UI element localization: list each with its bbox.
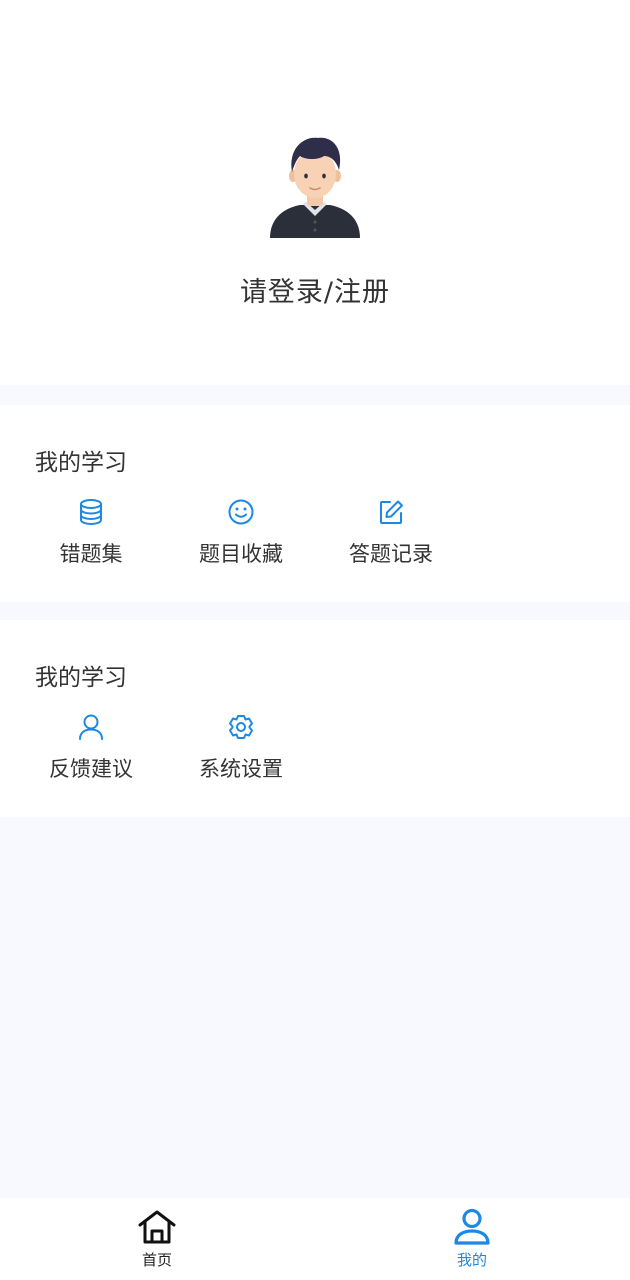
my-study-card: 我的学习 错题集 题目收藏 答题记录: [0, 405, 630, 602]
section-title: 我的学习: [35, 665, 127, 691]
tab-home[interactable]: 首页: [87, 1198, 227, 1280]
item-label: 系统设置: [199, 757, 283, 781]
tab-label: 我的: [456, 1251, 487, 1269]
item-label: 错题集: [59, 542, 123, 566]
user-icon: [454, 1208, 490, 1245]
item-label: 答题记录: [349, 542, 433, 566]
tab-label: 首页: [141, 1251, 172, 1269]
user-avatar-icon[interactable]: [266, 132, 364, 240]
tab-me[interactable]: 我的: [402, 1198, 542, 1280]
settings-icon: [229, 715, 253, 739]
database-icon: [80, 499, 102, 526]
favorite-questions-button[interactable]: 题目收藏: [166, 495, 316, 575]
home-icon: [138, 1210, 176, 1244]
login-register-link[interactable]: 请登录/注册: [0, 270, 630, 309]
item-label: 题目收藏: [199, 542, 283, 566]
section-title: 我的学习: [35, 450, 127, 476]
smile-icon: [228, 499, 254, 525]
item-label: 反馈建议: [49, 757, 133, 781]
person-icon: [79, 714, 103, 740]
system-settings-button[interactable]: 系统设置: [166, 710, 316, 790]
edit-icon: [380, 500, 403, 524]
wrong-questions-button[interactable]: 错题集: [16, 495, 166, 575]
feedback-button[interactable]: 反馈建议: [16, 710, 166, 790]
profile-header: 请登录/注册: [0, 0, 630, 385]
my-other-card: 我的学习 反馈建议 系统设置: [0, 620, 630, 817]
answer-records-button[interactable]: 答题记录: [316, 495, 466, 575]
bottom-tab-bar: 首页 我的: [0, 1198, 630, 1280]
